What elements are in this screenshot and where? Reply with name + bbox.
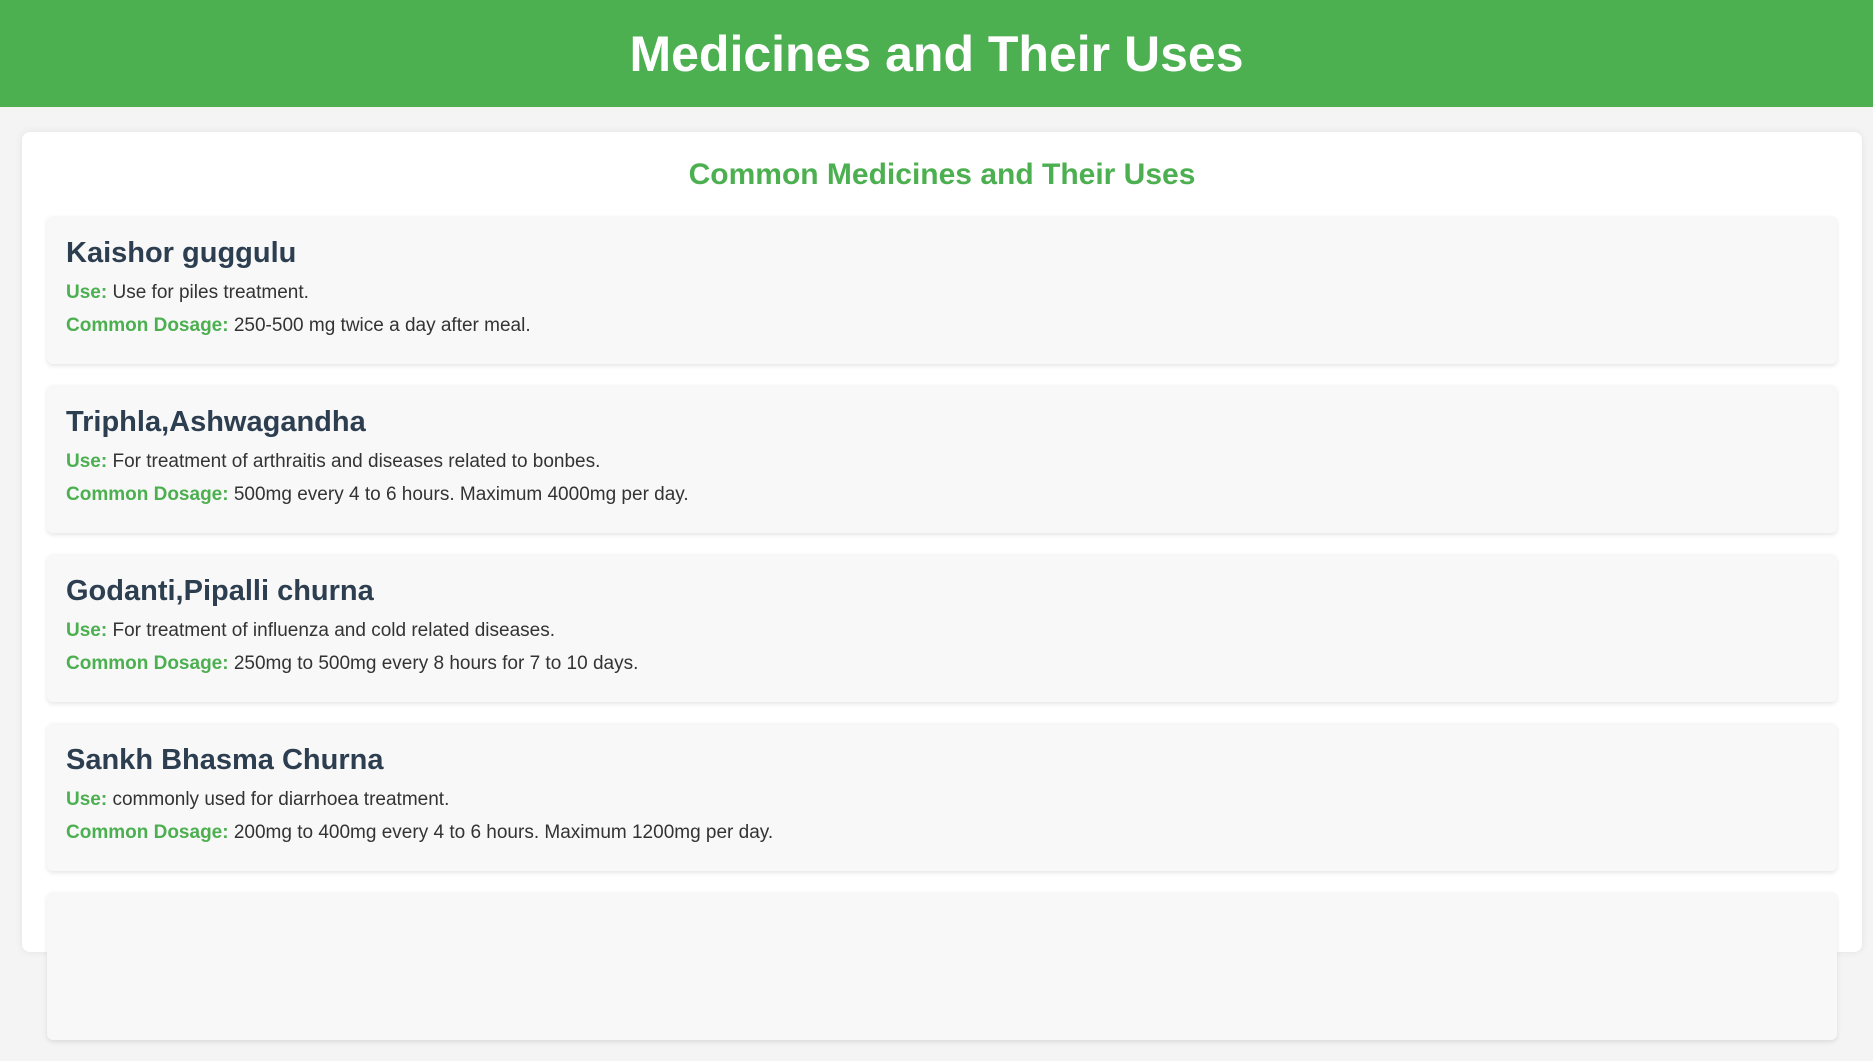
- use-label: Use:: [66, 789, 108, 810]
- medicine-list: Kaishor guggulu Use: Use for piles treat…: [47, 216, 1837, 1061]
- section-title: Common Medicines and Their Uses: [688, 158, 1196, 191]
- dosage-label: Common Dosage:: [66, 315, 229, 336]
- use-label: Use:: [66, 620, 108, 641]
- dosage-text: 250mg to 500mg every 8 hours for 7 to 10…: [233, 653, 639, 674]
- medicine-dosage: Common Dosage: 250mg to 500mg every 8 ho…: [66, 653, 638, 676]
- medicine-name: Triphla,Ashwagandha: [66, 406, 366, 438]
- medicine-name: Godanti,Pipalli churna: [66, 575, 374, 607]
- dosage-label: Common Dosage:: [66, 822, 229, 843]
- page-title: Medicines and Their Uses: [629, 25, 1244, 82]
- dosage-label: Common Dosage:: [66, 653, 229, 674]
- medicine-use: Use: commonly used for diarrhoea treatme…: [66, 789, 449, 812]
- use-text: For treatment of influenza and cold rela…: [112, 620, 555, 641]
- medicines-section: Common Medicines and Their Uses Kaishor …: [22, 132, 1862, 1040]
- medicine-name: Kaishor guggulu: [66, 237, 297, 269]
- medicine-dosage: Common Dosage: 250-500 mg twice a day af…: [66, 315, 531, 338]
- dosage-text: 200mg to 400mg every 4 to 6 hours. Maxim…: [233, 822, 774, 843]
- medicine-dosage: Common Dosage: 200mg to 400mg every 4 to…: [66, 822, 773, 845]
- medicine-use: Use: For treatment of influenza and cold…: [66, 620, 555, 643]
- use-text: commonly used for diarrhoea treatment.: [112, 789, 450, 810]
- dosage-text: 250-500 mg twice a day after meal.: [233, 315, 531, 336]
- medicine-card: Godanti,Pipalli churna Use: For treatmen…: [47, 554, 1837, 702]
- dosage-text: 500mg every 4 to 6 hours. Maximum 4000mg…: [233, 484, 689, 505]
- dosage-label: Common Dosage:: [66, 484, 229, 505]
- use-label: Use:: [66, 282, 108, 303]
- medicine-card: Kaishor guggulu Use: Use for piles treat…: [47, 216, 1837, 364]
- use-text: For treatment of arthraitis and diseases…: [112, 451, 601, 472]
- medicine-card: Sankh Bhasma Churna Use: commonly used f…: [47, 723, 1837, 871]
- medicine-card: Triphla,Ashwagandha Use: For treatment o…: [47, 385, 1837, 533]
- use-label: Use:: [66, 451, 108, 472]
- medicine-name: Sankh Bhasma Churna: [66, 744, 384, 776]
- use-text: Use for piles treatment.: [112, 282, 309, 303]
- medicine-use: Use: For treatment of arthraitis and dis…: [66, 451, 600, 474]
- site-header: Medicines and Their Uses: [0, 0, 1873, 107]
- medicine-card-partial: [47, 892, 1837, 1040]
- medicine-dosage: Common Dosage: 500mg every 4 to 6 hours.…: [66, 484, 689, 507]
- medicine-use: Use: Use for piles treatment.: [66, 282, 309, 305]
